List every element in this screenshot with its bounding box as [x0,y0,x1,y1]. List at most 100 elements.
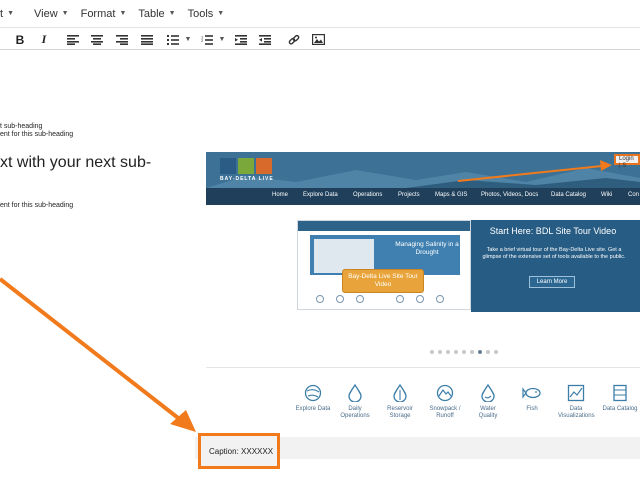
menu-view-label: View [34,7,58,20]
align-right-icon[interactable] [115,32,129,47]
tile-label: Fish [526,406,538,412]
learn-more-button[interactable]: Learn More [529,276,575,288]
thumb-screen [314,239,374,273]
chevron-down-icon: ▼ [168,10,176,17]
tile-label: Snowpack / Runoff [429,406,461,419]
reservoir-storage-tile[interactable]: Reservoir Storage [382,384,418,420]
fish-tile[interactable]: Fish [514,384,550,413]
carousel-dot-active[interactable] [478,350,482,354]
site-nav: Home Explore Data Operations Projects Ma… [206,188,640,205]
menu-table-label: Table [138,7,165,20]
chevron-down-icon: ▼ [61,10,69,17]
data-visualizations-tile[interactable]: Data Visualizations [558,384,595,420]
thumb-header [298,221,470,231]
tile-label: Daily Operations [340,406,370,419]
tile-label: Explore Data [295,406,331,412]
caption-text[interactable]: Caption: XXXXXX [209,447,273,456]
chevron-down-icon: ▼ [119,10,127,17]
carousel-dot[interactable] [494,350,498,354]
align-left-icon[interactable] [66,32,80,47]
carousel-dot[interactable] [430,350,434,354]
bullet-list-icon[interactable] [166,32,180,47]
nav-item[interactable]: Photos, Videos, Docs [481,192,538,198]
water-quality-tile[interactable]: Water Quality [470,384,506,420]
chart-icon [567,384,585,402]
nav-item[interactable]: Projects [398,192,420,198]
chevron-down-icon[interactable]: ▼ [218,32,226,47]
nav-item[interactable]: Operations [353,192,382,198]
image-icon[interactable] [311,32,325,47]
login-link[interactable]: Login | S [614,154,640,169]
body-text-line: ent for this sub-heading [0,202,74,209]
logo-bird-icon [220,158,236,174]
nav-item[interactable]: Explore Data [303,192,338,198]
nav-item[interactable]: Wiki [601,192,612,198]
feature-panel: Start Here: BDL Site Tour Video Take a b… [471,220,640,312]
link-icon[interactable] [287,32,301,47]
thumb-icon [316,295,324,303]
carousel-dot[interactable] [486,350,490,354]
tile-label: Water Quality [478,406,498,419]
chevron-down-icon[interactable]: ▼ [184,32,192,47]
embedded-screenshot[interactable]: BAY-DELTA LIVE Login | S Home Explore Da… [206,152,640,435]
chevron-down-icon: ▼ [7,10,14,17]
svg-text:2: 2 [201,38,204,43]
thumb-icon [416,295,424,303]
reservoir-icon [393,384,407,402]
thumb-icon [356,295,364,303]
body-text-line: t sub-heading [0,123,43,130]
sub-heading: xt with your next sub- [0,154,152,171]
fish-icon [522,387,541,399]
nav-item[interactable]: Maps & GIS [435,192,467,198]
feature-text: Take a brief virtual tour of the Bay-Del… [482,247,626,260]
feature-title: Start Here: BDL Site Tour Video [489,226,617,236]
menu-partial[interactable]: t ▼ [0,8,14,20]
carousel-dot[interactable] [470,350,474,354]
indent-icon[interactable] [258,32,272,47]
video-thumbnail[interactable]: Managing Salinity in a Drought Bay-Delta… [297,220,471,310]
site-logo-text: BAY-DELTA LIVE [220,176,274,182]
nav-item[interactable]: Con [628,192,639,198]
menu-view[interactable]: View ▼ [34,8,69,20]
menu-format-label: Format [80,7,116,20]
align-justify-icon[interactable] [140,32,154,47]
bold-button[interactable]: B [14,32,26,47]
numbered-list-icon[interactable]: 12 [200,32,214,47]
tile-label: Data Catalog [602,406,638,412]
nav-item[interactable]: Home [272,192,288,198]
nav-item[interactable]: Data Catalog [551,192,586,198]
align-center-icon[interactable] [90,32,104,47]
carousel-dot[interactable] [446,350,450,354]
divider [206,367,640,368]
water-quality-icon [481,384,495,402]
menu-format[interactable]: Format ▼ [81,8,127,20]
drop-icon [348,384,362,402]
data-catalog-tile[interactable]: Data Catalog [602,384,638,413]
outdent-icon[interactable] [234,32,248,47]
menu-tools[interactable]: Tools ▼ [188,8,225,20]
menu-table[interactable]: Table ▼ [138,8,175,20]
thumb-icon [436,295,444,303]
body-text-line: ent for this sub-heading [0,131,74,138]
tile-label: Reservoir Storage [387,406,413,419]
thumb-icon [396,295,404,303]
chevron-down-icon: ▼ [217,10,225,17]
tile-label: Data Visualizations [558,406,595,419]
globe-icon [304,384,322,402]
editor-toolbar: B I ▼ 12 ▼ [0,27,640,50]
carousel-dot[interactable] [454,350,458,354]
menu-tools-label: Tools [187,7,214,20]
carousel-dot[interactable] [462,350,466,354]
explore-data-tile[interactable]: Explore Data [295,384,331,413]
daily-operations-tile[interactable]: Daily Operations [337,384,373,420]
logo-fish-icon [256,158,272,174]
carousel-dot[interactable] [438,350,442,354]
italic-button[interactable]: I [38,32,50,47]
site-tour-video-button[interactable]: Bay-Delta Live Site Tour Video [342,269,424,293]
menubar: t ▼ View ▼ Format ▼ Table ▼ Tools ▼ [0,0,640,27]
thumb-title: Managing Salinity in a Drought [395,241,459,256]
logo-leaf-icon [238,158,254,174]
snowpack-runoff-tile[interactable]: Snowpack / Runoff [427,384,463,420]
catalog-icon [613,384,627,402]
thumb-icon [336,295,344,303]
